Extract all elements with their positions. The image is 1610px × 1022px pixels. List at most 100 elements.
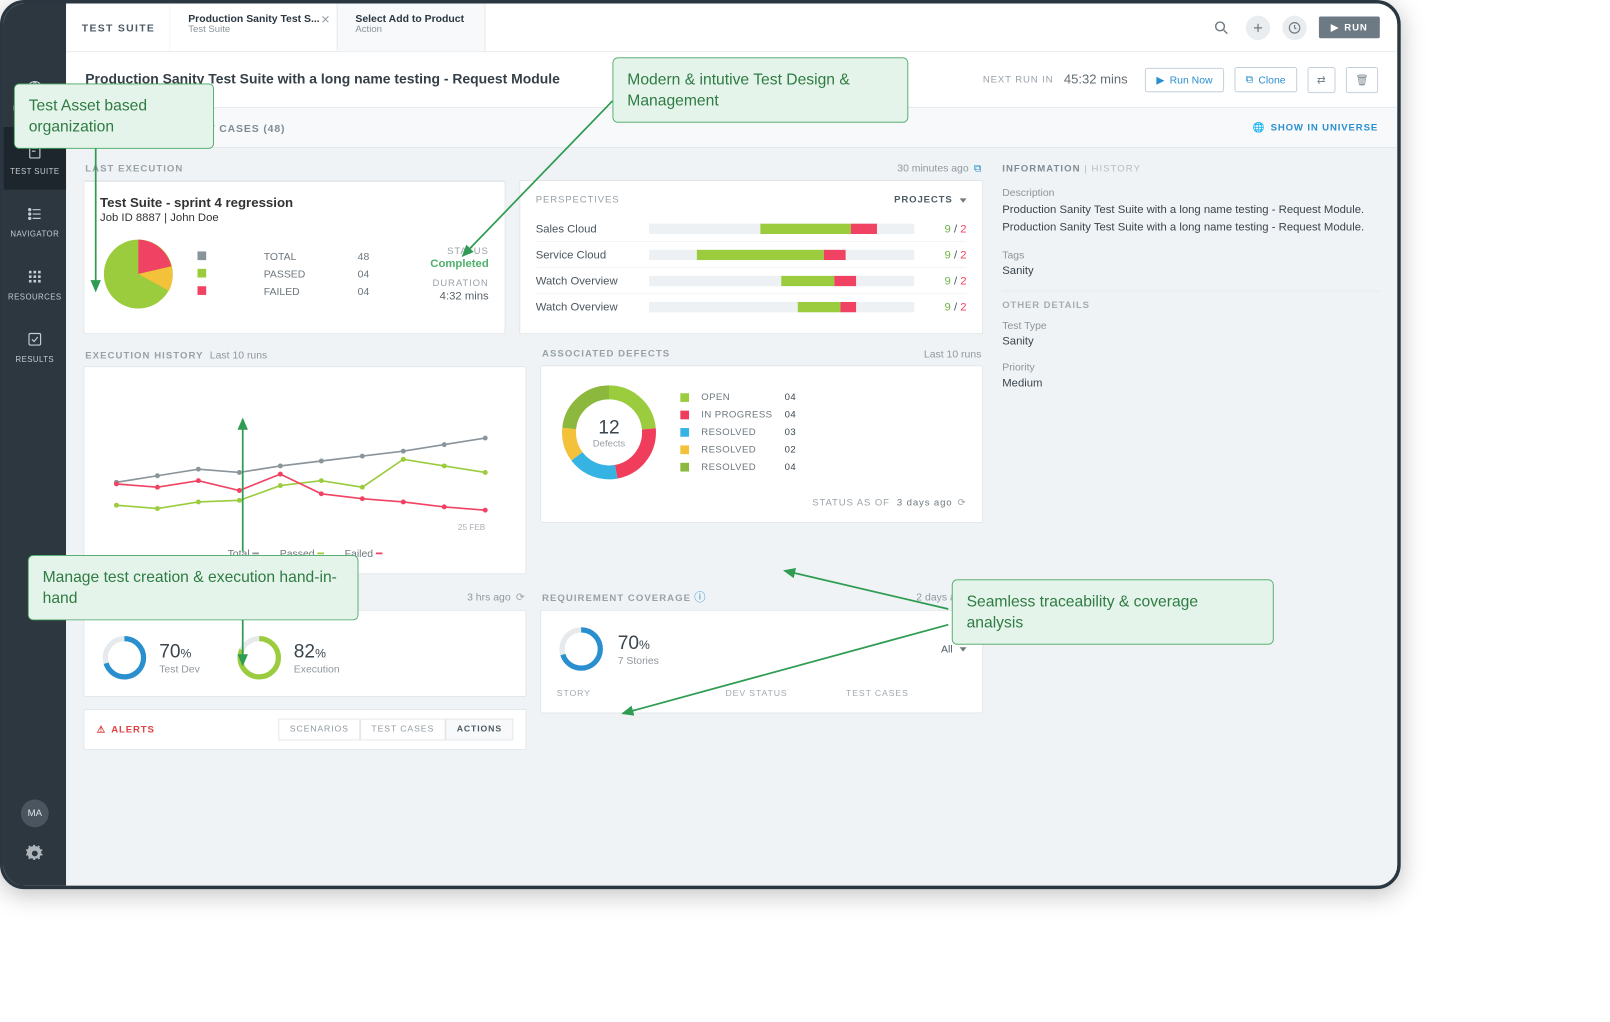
open-external-icon[interactable]: ⧉: [974, 162, 981, 174]
header: TEST SUITE Production Sanity Test S... T…: [66, 3, 1397, 52]
mini-tab[interactable]: ACTIONS: [445, 719, 513, 741]
section-defects: ASSOCIATED DEFECTS: [542, 349, 670, 359]
tab-production-sanity[interactable]: Production Sanity Test S... Test Suite ✕: [171, 3, 338, 51]
ring-chart: [235, 633, 284, 682]
run-now-button[interactable]: ▶Run Now: [1145, 67, 1224, 91]
play-icon: ▶: [1156, 74, 1164, 86]
tags-label: Tags: [1002, 249, 1380, 261]
coverage-filter[interactable]: All: [941, 643, 967, 655]
grid-icon: [24, 266, 45, 287]
donut-chart: 12 Defects: [557, 380, 661, 484]
sidebar-item-label: TEST SUITE: [3, 167, 66, 176]
delete-button[interactable]: 🗑: [1346, 67, 1378, 93]
chevron-down-icon: [960, 647, 967, 651]
globe-icon: 🌐: [1253, 122, 1266, 133]
sidebar-item-label: RESULTS: [3, 355, 66, 364]
close-icon[interactable]: ✕: [321, 13, 330, 27]
trash-icon: 🗑: [1355, 74, 1368, 86]
timestamp: 30 minutes ago: [897, 162, 968, 174]
desc-label: Description: [1002, 186, 1380, 198]
info-icon[interactable]: ⓘ: [694, 591, 705, 604]
perspective-row[interactable]: Service Cloud9 / 2: [536, 241, 967, 267]
content: LAST EXECUTION 30 minutes ago ⧉ Test Suit…: [66, 148, 1397, 886]
callout-asset: Test Asset based organization: [14, 84, 214, 149]
readiness-card: 70%Test Dev 82%Execution: [84, 610, 527, 697]
breadcrumb: TEST SUITE: [66, 3, 171, 51]
pie-legend: TOTAL48 PASSED04 FAILED04: [197, 251, 409, 298]
col-testcases: TEST CASES: [846, 689, 967, 699]
mini-tab[interactable]: TEST CASES: [360, 719, 445, 741]
desc-value: Production Sanity Test Suite with a long…: [1002, 201, 1380, 235]
next-run-label: NEXT RUN IN: [983, 74, 1054, 84]
tags-value: Sanity: [1002, 264, 1380, 277]
copy-icon: ⧉: [1246, 73, 1253, 86]
refresh-icon[interactable]: ⟳: [516, 590, 525, 602]
alert-icon: ⚠: [97, 724, 106, 735]
list-icon: [24, 204, 45, 225]
check-icon: [24, 329, 45, 350]
clock-icon[interactable]: [1282, 15, 1306, 39]
sidebar-item-navigator[interactable]: NAVIGATOR: [3, 190, 66, 253]
exec-jobline: Job ID 8887 | John Doe: [100, 211, 489, 224]
section-exec-history: EXECUTION HISTORY: [85, 351, 203, 361]
perspective-row[interactable]: Watch Overview9 / 2: [536, 267, 967, 293]
swap-button[interactable]: ⇄: [1307, 67, 1335, 93]
defects-card: 12 Defects OPEN04IN PROGRESS04RESOLVED03…: [540, 365, 983, 522]
priority-label: Priority: [1002, 361, 1380, 373]
status-box: STATUS Completed DURATION 4:32 mins: [430, 246, 488, 302]
other-details-label: OTHER DETAILS: [1002, 300, 1380, 310]
clone-button[interactable]: ⧉Clone: [1234, 67, 1297, 92]
run-button[interactable]: ▶RUN: [1319, 17, 1380, 39]
search-icon[interactable]: [1209, 15, 1233, 39]
callout-trace: Seamless traceability & coverage analysi…: [952, 579, 1274, 644]
section-last-execution: LAST EXECUTION: [85, 163, 183, 173]
type-value: Sanity: [1002, 334, 1380, 347]
alerts-label: ⚠ALERTS: [97, 724, 155, 735]
perspective-row[interactable]: Sales Cloud9 / 2: [536, 216, 967, 241]
svg-text:25 FEB: 25 FEB: [458, 523, 486, 532]
pie-chart: [100, 236, 177, 313]
type-label: Test Type: [1002, 319, 1380, 331]
sidebar-item-resources[interactable]: RESOURCES: [3, 252, 66, 315]
tab-title: Select Add to Product: [355, 12, 467, 24]
perspectives-card: PERSPECTIVES PROJECTS Sales Cloud9 / 2Se…: [519, 180, 983, 334]
perspective-row[interactable]: Watch Overview9 / 2: [536, 293, 967, 319]
info-panel: INFORMATION | HISTORY Description Produc…: [997, 162, 1380, 778]
defect-legend: OPEN04IN PROGRESS04RESOLVED03RESOLVED02R…: [680, 392, 796, 472]
info-information[interactable]: INFORMATION: [1002, 164, 1080, 174]
section-coverage: REQUIREMENT COVERAGE: [542, 593, 691, 603]
alerts-card: ⚠ALERTS SCENARIOSTEST CASESACTIONS: [84, 709, 527, 750]
col-story: STORY: [557, 689, 726, 699]
refresh-icon[interactable]: ⟳: [958, 498, 967, 508]
next-run-value: 45:32 mins: [1064, 72, 1128, 87]
play-icon: ▶: [1331, 22, 1339, 33]
section-perspectives: PERSPECTIVES: [536, 195, 620, 205]
show-in-universe[interactable]: 🌐SHOW IN UNIVERSE: [1253, 122, 1379, 133]
tab-select-add[interactable]: Select Add to Product Action: [338, 3, 486, 51]
mini-tab[interactable]: SCENARIOS: [278, 719, 360, 741]
exec-title: Test Suite - sprint 4 regression: [100, 196, 489, 211]
settings-icon[interactable]: [26, 845, 43, 865]
add-icon[interactable]: [1246, 15, 1270, 39]
line-chart: 25 FEB: [100, 381, 510, 538]
callout-manage: Manage test creation & execution hand-in…: [28, 555, 359, 620]
sidebar-item-label: RESOURCES: [3, 292, 66, 301]
avatar[interactable]: MA: [21, 800, 49, 828]
ring-chart: [557, 625, 606, 674]
info-history[interactable]: HISTORY: [1091, 164, 1141, 174]
coverage-card: 70%7 Stories All STORY DEV STATUS TEST C…: [540, 610, 983, 714]
tab-sub: Test Suite: [188, 24, 319, 34]
defect-count: 12: [598, 416, 619, 439]
perspectives-filter[interactable]: PROJECTS: [894, 195, 966, 205]
sidebar-item-label: NAVIGATOR: [3, 230, 66, 239]
tab-title: Production Sanity Test S...: [188, 12, 319, 24]
ring-chart: [100, 633, 149, 682]
chevron-down-icon: [960, 198, 967, 202]
exec-history-card: 25 FEB Total ━ Passed ━ Failed ━: [84, 366, 527, 574]
priority-value: Medium: [1002, 376, 1380, 389]
callout-design: Modern & intutive Test Design & Manageme…: [612, 57, 908, 122]
sidebar-item-results[interactable]: RESULTS: [3, 315, 66, 378]
app-frame: UNIVERSE TEST SUITE NAVIGATOR RESOURCES …: [0, 0, 1401, 889]
col-devstatus: DEV STATUS: [726, 689, 847, 699]
defect-sub: Defects: [593, 438, 625, 448]
